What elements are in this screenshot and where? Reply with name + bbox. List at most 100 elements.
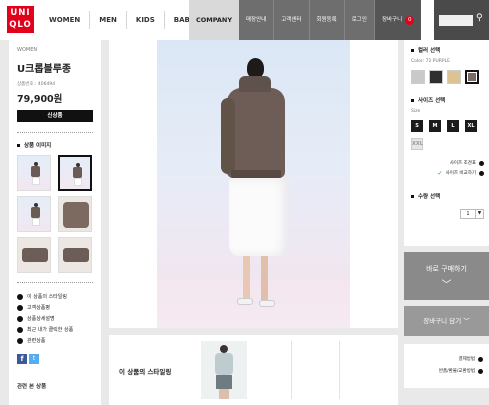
nav-company[interactable]: COMPANY <box>189 0 239 40</box>
link-label: 상품상세설명 <box>27 316 55 322</box>
facebook-icon[interactable]: f <box>17 354 27 364</box>
arrow-circle-icon <box>479 160 484 166</box>
thumbnail-1[interactable] <box>17 155 51 191</box>
size-l[interactable]: L <box>447 120 459 132</box>
search-input[interactable] <box>439 15 473 26</box>
purchase-panel: 컬러 선택 Color: 72 PURPLE 사이즈 선택 Size S M L… <box>404 40 489 405</box>
model-figure <box>217 58 297 316</box>
logo-line-1: UNI <box>10 8 31 18</box>
link-details[interactable]: 상품상세설명 <box>17 313 93 324</box>
recently-viewed-heading: 관련 본 상품 <box>17 384 47 390</box>
product-name: U크롭블루종 <box>17 64 72 75</box>
info-links: 결제방법 반품/환불/교환방법 <box>404 344 489 388</box>
main-product-photo[interactable] <box>157 40 350 328</box>
thumbnail-6[interactable] <box>58 237 92 273</box>
options-box: 컬러 선택 Color: 72 PURPLE 사이즈 선택 Size S M L… <box>404 40 489 246</box>
cart-label: 장바구니 <box>381 17 403 23</box>
size-xl[interactable]: XL <box>465 120 477 132</box>
main-product-image-area <box>109 40 398 328</box>
thumbnail-2-selected[interactable] <box>58 155 92 191</box>
arrow-circle-icon <box>17 326 23 333</box>
arrow-circle-icon <box>17 315 23 322</box>
divider <box>17 282 93 283</box>
size-xxl-disabled: XXL <box>411 138 423 150</box>
size-label: Size <box>411 109 421 114</box>
swatch-purple-selected[interactable] <box>465 70 479 84</box>
size-compare-link[interactable]: ✓ 사이즈 비교하기 <box>411 168 484 178</box>
header: UNI QLO WOMEN MEN KIDS BABY COMPANY 매장안내… <box>0 0 489 40</box>
main-nav: WOMEN MEN KIDS BABY <box>40 11 204 29</box>
styling-image[interactable] <box>201 341 247 399</box>
styling-section: 이 상품의 스타일링 <box>109 335 398 405</box>
util-register[interactable]: 회원등록 <box>310 0 345 40</box>
model-figure-icon <box>31 203 40 229</box>
logo-line-2: QLO <box>9 20 32 30</box>
search-area: ⚲ <box>434 0 489 40</box>
arrow-circle-icon <box>478 368 483 374</box>
model-figure-icon <box>31 162 40 188</box>
thumbnail-5[interactable] <box>17 237 51 273</box>
size-options: S M L XL XXL <box>411 120 489 150</box>
size-guide-link[interactable]: 사이즈 조견표 <box>411 158 484 168</box>
bullet-icon <box>411 48 414 52</box>
utility-nav: 매장안내 고객센터 회원등록 로그인 장바구니 0 <box>239 0 422 40</box>
twitter-icon[interactable]: t <box>29 354 39 364</box>
link-recent[interactable]: 최근 내가 클릭한 상품 <box>17 324 93 335</box>
bullet-icon <box>411 194 414 198</box>
swatch-gray[interactable] <box>411 70 425 84</box>
product-number: 상품번호 : 406494 <box>17 82 56 87</box>
util-cart[interactable]: 장바구니 0 <box>374 0 422 40</box>
product-info-panel: WOMEN U크롭블루종 상품번호 : 406494 79,900원 신상품 상… <box>9 40 101 405</box>
product-images-heading: 상품 이미지 <box>17 141 93 149</box>
link-related[interactable]: 관련상품 <box>17 335 93 346</box>
model-figure-icon <box>73 163 82 189</box>
product-thumbnails <box>17 155 93 273</box>
dropdown-arrow-icon: ▼ <box>475 210 483 218</box>
product-section-links: 이 상품의 스타일링 고객상품평 상품상세설명 최근 내가 클릭한 상품 관련상… <box>17 291 93 346</box>
quantity-row: 1 ▼ <box>411 209 484 219</box>
arrow-circle-icon <box>17 337 23 344</box>
nav-kids[interactable]: KIDS <box>127 11 165 29</box>
payment-method-link[interactable]: 결제방법 <box>404 353 483 365</box>
search-icon[interactable]: ⚲ <box>476 13 483 23</box>
size-heading: 사이즈 선택 <box>411 96 484 104</box>
payment-method-label: 결제방법 <box>458 357 475 362</box>
size-m[interactable]: M <box>429 120 441 132</box>
chevron-down-icon: ✓ <box>437 169 443 177</box>
color-heading: 컬러 선택 <box>411 46 484 54</box>
util-login[interactable]: 로그인 <box>345 0 375 40</box>
link-label: 관련상품 <box>27 338 46 344</box>
chevron-down-icon: ﹀ <box>441 280 452 291</box>
jacket-detail-icon <box>63 248 89 262</box>
link-reviews[interactable]: 고객상품평 <box>17 302 93 313</box>
arrow-circle-icon <box>478 356 483 362</box>
styling-divider <box>339 341 340 399</box>
color-title: 컬러 선택 <box>418 48 441 54</box>
thumbnail-3[interactable] <box>17 196 51 232</box>
size-s[interactable]: S <box>411 120 423 132</box>
nav-women[interactable]: WOMEN <box>40 11 91 29</box>
styling-divider <box>291 341 292 399</box>
buy-now-button[interactable]: 바로 구매하기 ﹀ <box>404 252 489 300</box>
link-styling[interactable]: 이 상품의 스타일링 <box>17 291 93 302</box>
cart-count-badge: 0 <box>405 15 415 25</box>
nav-men[interactable]: MEN <box>90 11 127 29</box>
util-customer-center[interactable]: 고객센터 <box>274 0 310 40</box>
arrow-circle-icon <box>479 170 484 176</box>
social-share: f t <box>17 354 93 364</box>
swatch-beige[interactable] <box>447 70 461 84</box>
quantity-heading: 수량 선택 <box>411 192 484 200</box>
add-to-cart-button[interactable]: 장바구니 담기 ﹀ <box>404 306 489 336</box>
quantity-select[interactable]: 1 ▼ <box>460 209 484 219</box>
util-store-info[interactable]: 매장안내 <box>239 0 275 40</box>
product-images-title: 상품 이미지 <box>24 143 52 149</box>
swatch-black[interactable] <box>429 70 443 84</box>
size-compare-label: 사이즈 비교하기 <box>445 171 476 176</box>
uniqlo-logo[interactable]: UNI QLO <box>7 6 34 33</box>
thumbnail-4[interactable] <box>58 196 92 232</box>
return-policy-link[interactable]: 반품/환불/교환방법 <box>404 365 483 377</box>
size-guide-label: 사이즈 조견표 <box>449 161 476 166</box>
buy-now-label: 바로 구매하기 <box>426 265 467 273</box>
bullet-icon <box>17 143 20 147</box>
quantity-title: 수량 선택 <box>418 194 441 200</box>
